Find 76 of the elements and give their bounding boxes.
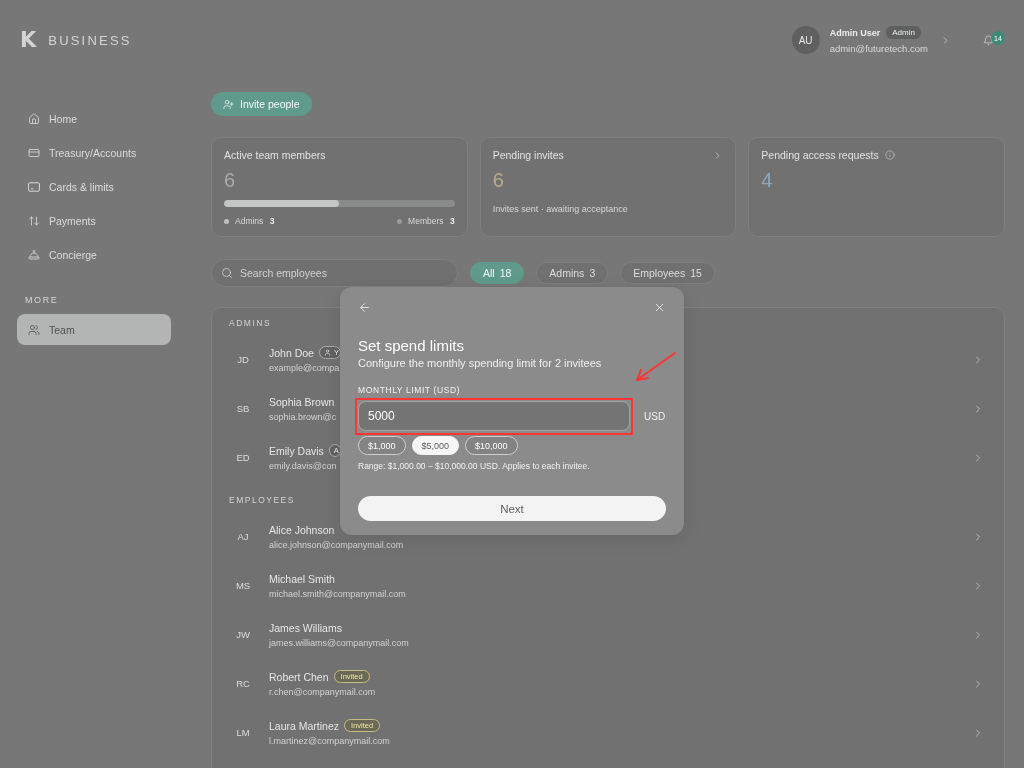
dialog-subtitle: Configure the monthly spending limit for 2 invitees bbox=[358, 356, 602, 370]
sidebar-item[interactable]: Concierge bbox=[17, 238, 171, 272]
stat-title: Pending invites bbox=[492, 149, 564, 161]
brand-name: BUSINESS bbox=[48, 32, 132, 48]
user-name: Admin User bbox=[829, 27, 881, 38]
filter-tab[interactable]: Employees 15 bbox=[620, 262, 715, 284]
sidebar-item[interactable]: Payments bbox=[17, 204, 171, 238]
service-bell-icon bbox=[28, 249, 40, 261]
bank-card-icon bbox=[28, 147, 40, 159]
legend-label: Members 3 bbox=[408, 216, 455, 226]
next-button[interactable]: Next bbox=[358, 496, 666, 521]
limit-input[interactable]: 5000 bbox=[358, 401, 630, 431]
stat-card[interactable]: Pending invites 6 Invites sent · awaiting acceptance bbox=[479, 137, 737, 237]
group-label: EMPLOYEES bbox=[229, 494, 295, 506]
group-label: ADMINS bbox=[229, 317, 272, 329]
home-icon bbox=[28, 113, 40, 125]
person-icon bbox=[323, 349, 331, 356]
filter-tab[interactable]: All 18 bbox=[470, 262, 525, 284]
search-field[interactable]: Search employees bbox=[211, 259, 458, 287]
member-email: james.williams@companymail.com bbox=[269, 637, 409, 648]
role-badge: Admin bbox=[886, 26, 921, 39]
field-label: MONTHLY LIMIT (USD) bbox=[358, 384, 461, 396]
sidebar-item[interactable]: Cards & limits bbox=[17, 170, 171, 204]
arrow-left-icon[interactable] bbox=[358, 300, 371, 314]
logo-mark: K bbox=[20, 29, 37, 51]
preset-chip[interactable]: $10,000 bbox=[465, 436, 518, 455]
dialog-title: Set spend limits bbox=[358, 337, 464, 355]
preset-chip[interactable]: $1,000 bbox=[358, 436, 406, 455]
member-initials: RC bbox=[235, 678, 251, 689]
member-initials: JW bbox=[235, 629, 251, 640]
legend-label: Admins 3 bbox=[235, 216, 275, 226]
sidebar-item[interactable]: Home bbox=[17, 102, 171, 136]
stat-title: Active team members bbox=[224, 149, 326, 161]
member-initials: ED bbox=[235, 452, 251, 463]
member-email: r.chen@companymail.com bbox=[269, 687, 376, 697]
add-person-icon bbox=[223, 98, 234, 110]
user-email: admin@futuretech.com bbox=[829, 43, 928, 54]
member-email: alice.johnson@companymail.com bbox=[269, 539, 404, 550]
card-icon bbox=[28, 181, 40, 193]
member-initials: JD bbox=[236, 354, 250, 365]
bell-icon[interactable] bbox=[983, 34, 994, 46]
currency-suffix: USD bbox=[644, 410, 666, 422]
member-initials: AJ bbox=[236, 531, 250, 542]
stat-note: Invites sent · awaiting acceptance bbox=[492, 204, 628, 214]
stat-value: 6 bbox=[224, 170, 236, 190]
stat-value: 4 bbox=[761, 170, 773, 190]
member-email: michael.smith@companymail.com bbox=[269, 588, 406, 599]
range-hint: Range: $1,000.00 – $10,000.00 USD. Applies to each invitee. bbox=[358, 461, 590, 471]
invite-button[interactable]: Invite people bbox=[211, 92, 312, 116]
section-title: MORE bbox=[25, 295, 59, 306]
search-icon bbox=[221, 267, 233, 279]
user-avatar[interactable]: AU bbox=[791, 26, 820, 54]
up-down-arrows-icon bbox=[28, 215, 40, 227]
member-email: emily.davis@con bbox=[269, 461, 337, 471]
member-name: Michael Smith bbox=[269, 572, 335, 585]
filter-tab[interactable]: Admins 3 bbox=[536, 262, 609, 284]
member-name: Laura Martinez bbox=[269, 719, 340, 732]
member-name: Emily Davis bbox=[269, 444, 324, 457]
member-name: John Doe bbox=[269, 346, 314, 359]
member-name: Sophia Brown bbox=[269, 395, 335, 408]
member-email: l.martinez@companymail.com bbox=[269, 736, 390, 746]
member-initials: LM bbox=[235, 727, 251, 738]
member-name: Alice Johnson bbox=[269, 523, 335, 536]
preset-chip[interactable]: $5,000 bbox=[411, 436, 460, 455]
member-email: example@compa bbox=[269, 363, 340, 373]
sidebar-item[interactable]: Team bbox=[17, 314, 171, 345]
member-initials: MS bbox=[234, 580, 252, 591]
member-name: Robert Chen bbox=[269, 670, 329, 683]
member-email: sophia.brown@c bbox=[269, 411, 337, 422]
people-icon bbox=[28, 323, 40, 336]
sidebar-item[interactable]: Treasury/Accounts bbox=[17, 136, 171, 170]
member-name: James Williams bbox=[269, 621, 342, 634]
info-icon[interactable] bbox=[884, 150, 895, 160]
stat-title: Pending access requests bbox=[761, 149, 879, 161]
stat-value: 6 bbox=[492, 170, 504, 190]
member-initials: SB bbox=[235, 403, 251, 414]
